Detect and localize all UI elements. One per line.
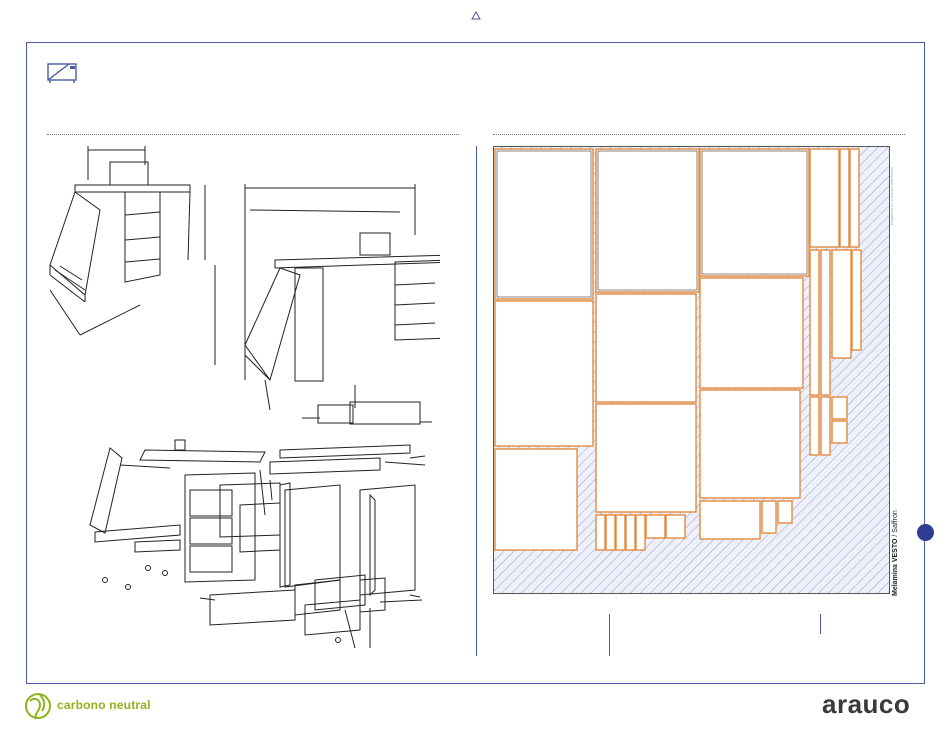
cutting-sheet xyxy=(493,146,890,594)
furniture-drawings xyxy=(49,146,440,649)
material-brand: Melamina VESTO xyxy=(892,538,899,596)
vertical-divider xyxy=(476,146,477,656)
dimension-tick xyxy=(820,614,821,634)
dimension-tick xyxy=(609,614,610,656)
desk-icon xyxy=(47,63,77,83)
material-color: Saffron xyxy=(892,510,899,533)
up-triangle-icon xyxy=(471,10,481,20)
dotted-separator-right xyxy=(493,134,905,135)
assembled-desk-large xyxy=(214,184,440,411)
exploded-view xyxy=(89,439,426,649)
assembled-desk-small xyxy=(49,146,206,336)
hinge-detail xyxy=(302,385,432,425)
carbon-neutral-logo-text: carbono neutral xyxy=(57,698,151,712)
dotted-separator-left xyxy=(47,134,459,135)
globe-leaf-icon xyxy=(25,693,51,720)
arauco-logo: arauco xyxy=(822,689,911,719)
page-indicator-dot[interactable] xyxy=(917,524,934,541)
